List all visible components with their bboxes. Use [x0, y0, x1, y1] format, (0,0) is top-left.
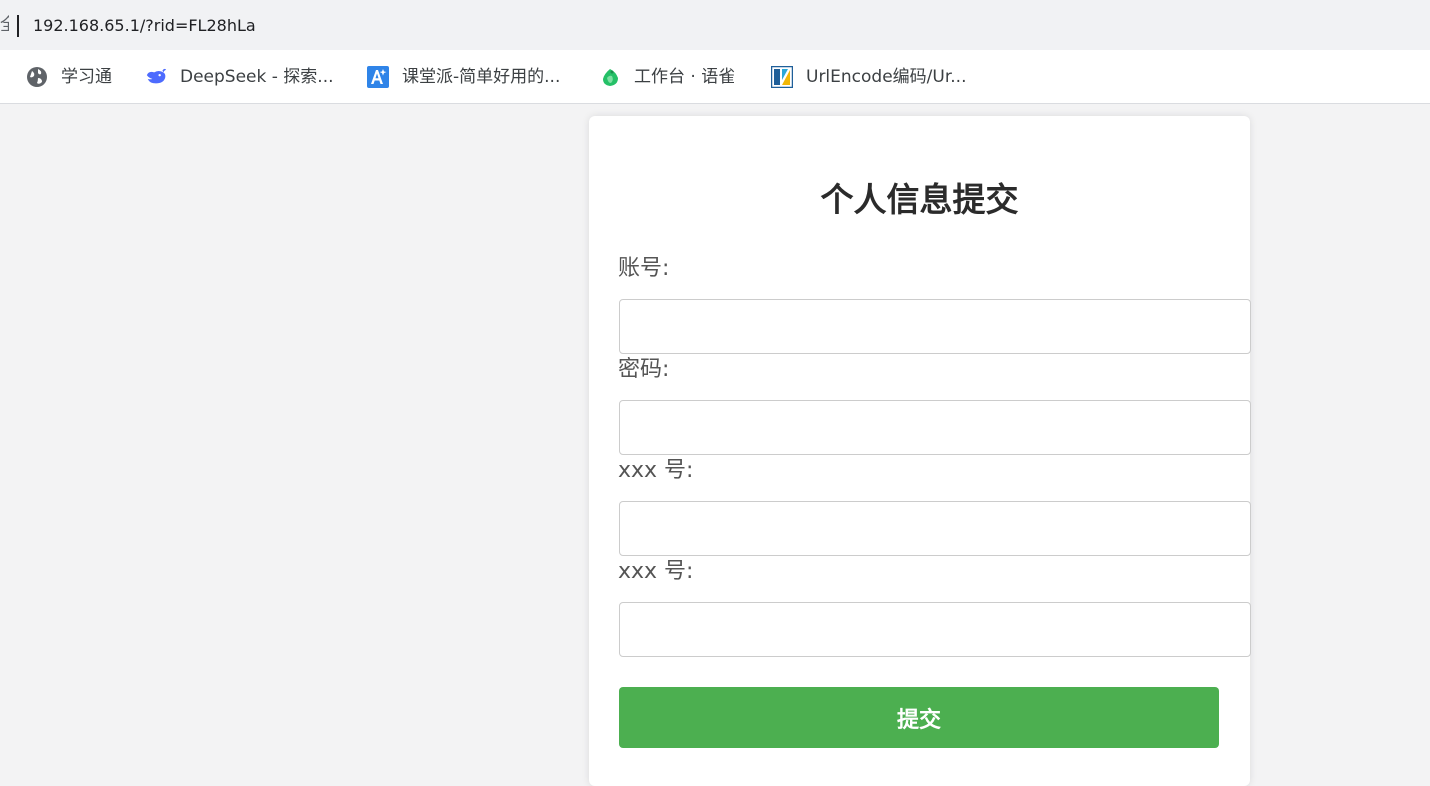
url-text[interactable]: 192.168.65.1/?rid=FL28hLa [33, 15, 256, 37]
bookmark-label: UrlEncode编码/Ur... [806, 67, 967, 87]
yuque-icon [599, 66, 621, 88]
bookmark-label: 课堂派-简单好用的... [402, 67, 561, 87]
security-indicator[interactable]: 全 [0, 15, 9, 35]
password-input[interactable] [619, 400, 1251, 455]
bookmark-xuexitong[interactable]: 学习通 [26, 63, 112, 91]
account-label: 账号: [618, 256, 670, 281]
bookmark-ketangpai[interactable]: 课堂派-简单好用的... [367, 63, 560, 91]
bookmark-label: DeepSeek - 探索... [180, 67, 334, 87]
bookmark-label: 工作台 · 语雀 [634, 67, 736, 87]
urlencode-icon [771, 66, 793, 88]
submit-button[interactable]: 提交 [619, 687, 1219, 748]
form-title: 个人信息提交 [820, 180, 1019, 219]
ketangpai-icon [367, 66, 389, 88]
password-label: 密码: [618, 357, 670, 382]
xxx-number-label-2: xxx 号: [618, 559, 694, 584]
address-divider [17, 15, 19, 37]
bookmark-deepseek[interactable]: DeepSeek - 探索... [145, 63, 334, 91]
xxx-number-label-1: xxx 号: [618, 458, 694, 483]
bookmark-yuque[interactable]: 工作台 · 语雀 [599, 63, 735, 91]
bookmark-urlencode[interactable]: UrlEncode编码/Ur... [771, 63, 966, 91]
deepseek-whale-icon [145, 66, 167, 88]
account-input[interactable] [619, 299, 1251, 354]
bookmark-label: 学习通 [61, 67, 112, 87]
globe-icon [26, 66, 48, 88]
address-bar: 全 192.168.65.1/?rid=FL28hLa [0, 0, 1430, 50]
xxx-number-input-2[interactable] [619, 602, 1251, 657]
personal-info-form: 个人信息提交 账号: 密码: xxx 号: xxx 号: 提交 [589, 116, 1251, 786]
xxx-number-input-1[interactable] [619, 501, 1251, 556]
bookmarks-bar: 学习通 DeepSeek - 探索... 课堂派-简单好用的... 工作台 · … [0, 50, 1430, 104]
